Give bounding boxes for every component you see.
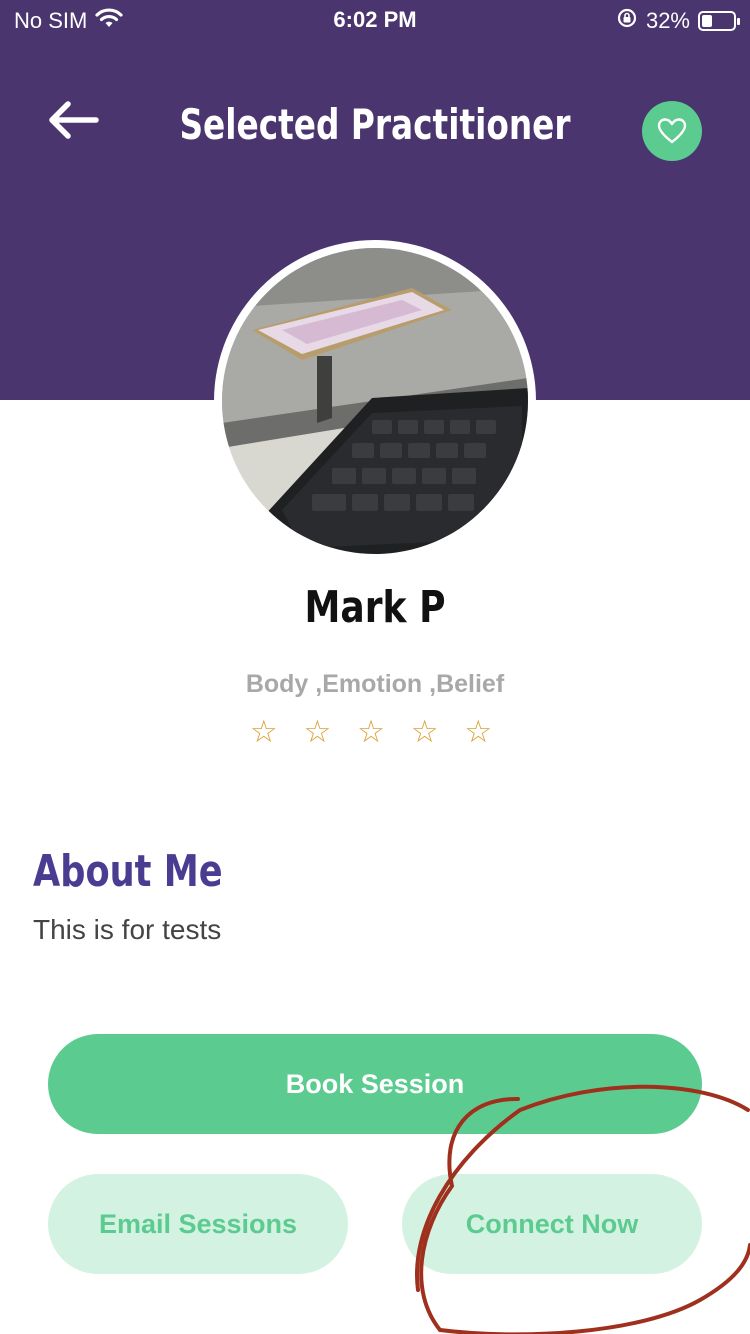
book-session-label: Book Session	[285, 1068, 465, 1099]
email-sessions-label: Email Sessions	[98, 1208, 298, 1239]
avatar-photo	[222, 248, 528, 554]
status-bar: No SIM 6:02 PM 32%	[0, 0, 750, 40]
practitioner-specialties: Body ,Emotion ,Belief	[245, 670, 505, 698]
about-heading: About Me	[33, 846, 223, 897]
book-session-button[interactable]: Book Session	[48, 1034, 702, 1134]
battery-percent: 32%	[645, 8, 690, 33]
rotation-lock-icon	[616, 7, 638, 35]
about-text: This is for tests	[33, 914, 222, 945]
favorite-button[interactable]	[642, 101, 702, 161]
battery-icon	[698, 11, 740, 31]
email-sessions-button[interactable]: Email Sessions	[48, 1174, 348, 1274]
practitioner-avatar	[214, 240, 536, 562]
battery-fill	[702, 15, 712, 27]
connect-now-button[interactable]: Connect Now	[402, 1174, 702, 1274]
heart-icon	[657, 118, 687, 144]
page-title: Selected Practitioner	[179, 100, 571, 149]
rating-stars: ☆ ☆ ☆ ☆ ☆	[249, 714, 501, 750]
practitioner-name: Mark P	[304, 582, 446, 633]
connect-now-label: Connect Now	[465, 1208, 639, 1239]
status-right: 32%	[616, 7, 740, 35]
